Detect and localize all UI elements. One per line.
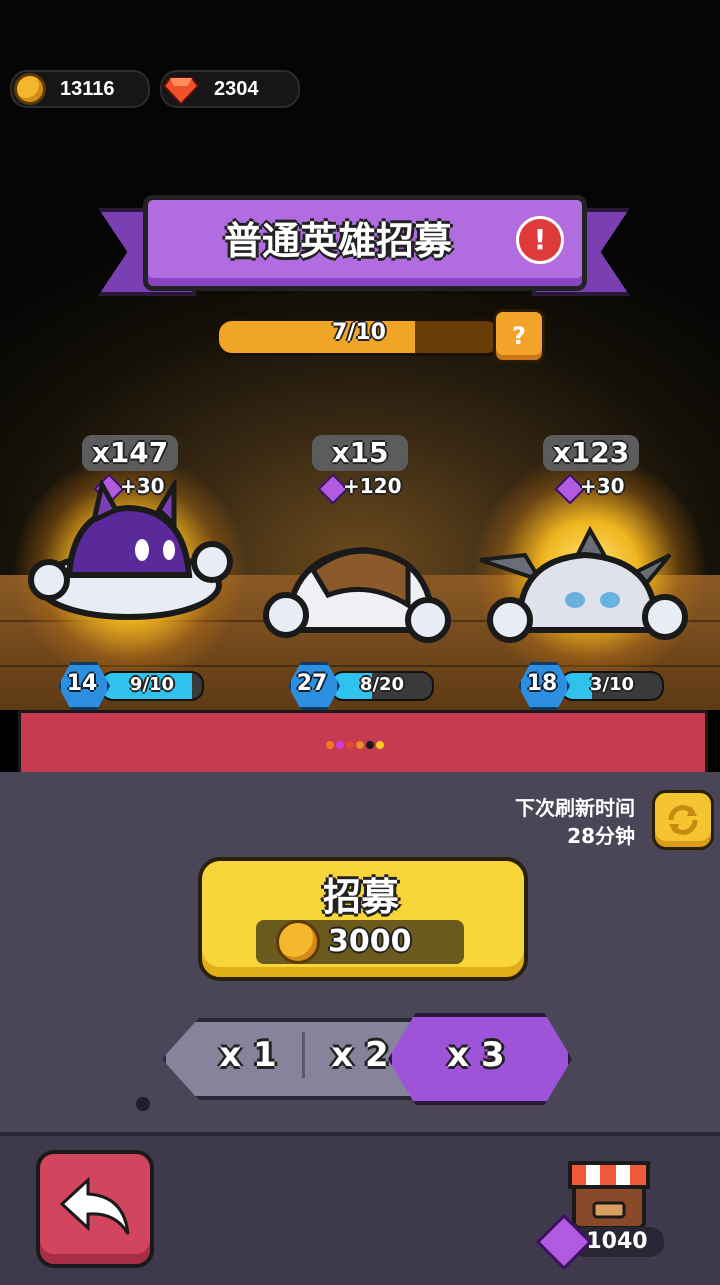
multiplier-x3-label: x 3 bbox=[447, 1035, 505, 1075]
recruit-progress-text: 7/10 bbox=[332, 320, 386, 345]
hero-count: x147 bbox=[82, 435, 178, 471]
refresh-icon bbox=[668, 805, 698, 835]
hero-level: 18 bbox=[526, 671, 558, 696]
red-gem-icon bbox=[162, 77, 200, 106]
page-dot bbox=[346, 741, 354, 749]
recruit-cost: 3000 bbox=[328, 924, 412, 959]
help-button[interactable]: ? bbox=[493, 309, 545, 363]
multiplier-x1[interactable]: x 1 bbox=[200, 1035, 296, 1075]
ufo-hero-sprite[interactable] bbox=[24, 480, 234, 630]
small-dot-icon bbox=[136, 1097, 150, 1111]
hero-count: x123 bbox=[543, 435, 639, 471]
page-dot bbox=[326, 741, 334, 749]
multiplier-divider bbox=[302, 1032, 305, 1078]
coin-counter: 13116 bbox=[10, 70, 150, 108]
refresh-button[interactable] bbox=[652, 790, 714, 850]
hero-bonus: +30 bbox=[580, 474, 625, 498]
hero-shards: 8/20 bbox=[359, 674, 405, 695]
hero-level: 27 bbox=[296, 671, 328, 696]
hero-bonus: +120 bbox=[343, 474, 402, 498]
page-dot bbox=[366, 741, 374, 749]
back-arrow-icon bbox=[59, 1176, 130, 1235]
hero-shards: 3/10 bbox=[589, 674, 635, 695]
helmet-hero-sprite[interactable] bbox=[258, 535, 458, 650]
page-dot bbox=[376, 741, 384, 749]
refresh-label: 下次刷新时间 bbox=[515, 796, 635, 820]
banner-title: 普通英雄招募 bbox=[223, 219, 452, 263]
page-dot bbox=[356, 741, 364, 749]
coin-icon bbox=[276, 920, 320, 964]
hero-shards: 9/10 bbox=[129, 674, 175, 695]
shop-icon[interactable] bbox=[564, 1153, 654, 1233]
back-button[interactable] bbox=[36, 1150, 154, 1268]
hero-level: 14 bbox=[66, 671, 98, 696]
recruit-button-label: 招募 bbox=[322, 875, 399, 919]
spiky-hero-sprite[interactable] bbox=[470, 525, 695, 650]
page-dots bbox=[326, 741, 396, 751]
page-dot bbox=[336, 741, 344, 749]
coin-icon bbox=[14, 73, 46, 105]
hero-count: x15 bbox=[312, 435, 408, 471]
coin-amount: 13116 bbox=[60, 78, 115, 100]
refresh-time: 28分钟 bbox=[567, 824, 635, 848]
gem-counter: 2304 bbox=[160, 70, 300, 108]
gem-amount: 2304 bbox=[214, 78, 259, 100]
alert-icon[interactable]: ! bbox=[516, 216, 564, 264]
